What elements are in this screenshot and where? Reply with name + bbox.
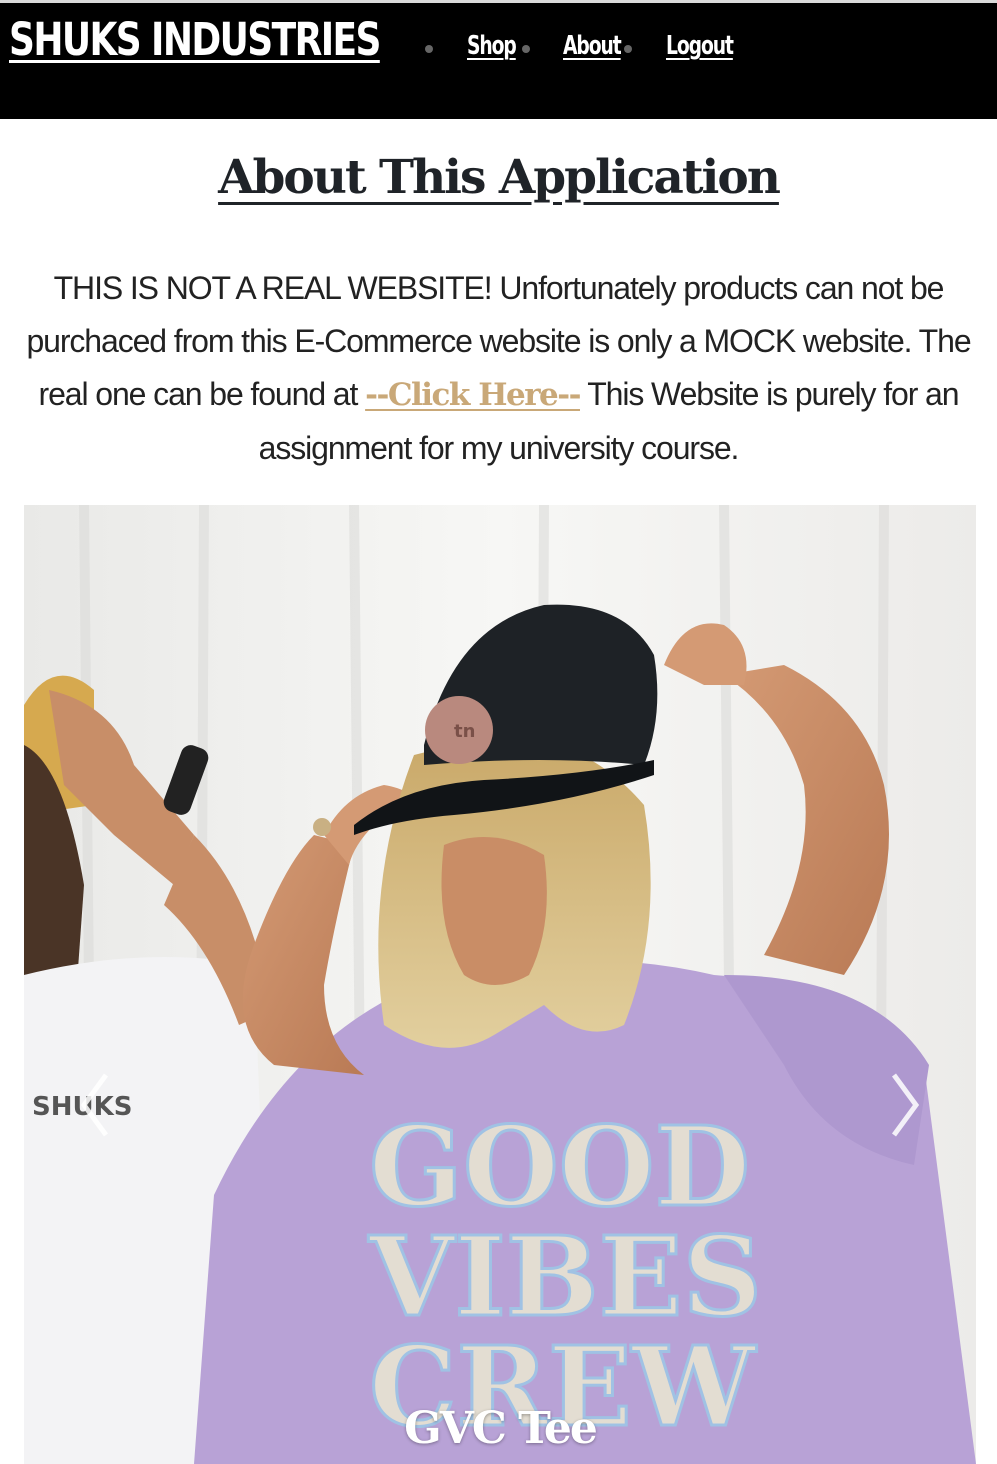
brand-logo-link[interactable]: SHUKS INDUSTRIES <box>9 13 381 66</box>
nav-bullet <box>522 45 530 53</box>
carousel-slide-image: tn GOOD VIBES CREW SHUKS <box>24 505 976 1464</box>
page-title: About This Application <box>218 150 781 205</box>
nav-bullet <box>425 45 433 53</box>
click-here-link[interactable]: --Click Here-- <box>365 377 581 413</box>
chevron-right-icon <box>891 1073 920 1137</box>
carousel-caption: GVC Tee <box>404 1403 598 1454</box>
svg-text:tn: tn <box>454 721 475 742</box>
nav-link-about[interactable]: About <box>563 31 622 61</box>
carousel-next-button[interactable] <box>874 1045 934 1165</box>
chevron-left-icon <box>80 1073 109 1137</box>
product-carousel[interactable]: tn GOOD VIBES CREW SHUKS GVC Tee <box>24 505 976 1464</box>
nav-bullet <box>624 45 632 53</box>
about-page: SHUKS INDUSTRIES Shop About Logout About… <box>0 0 997 1464</box>
navbar: SHUKS INDUSTRIES Shop About Logout <box>0 3 997 119</box>
nav-link-shop[interactable]: Shop <box>467 31 517 61</box>
nav-link-logout[interactable]: Logout <box>666 31 734 61</box>
carousel-prev-button[interactable] <box>66 1045 126 1165</box>
about-description: THIS IS NOT A REAL WEBSITE! Unfortunatel… <box>26 262 971 475</box>
